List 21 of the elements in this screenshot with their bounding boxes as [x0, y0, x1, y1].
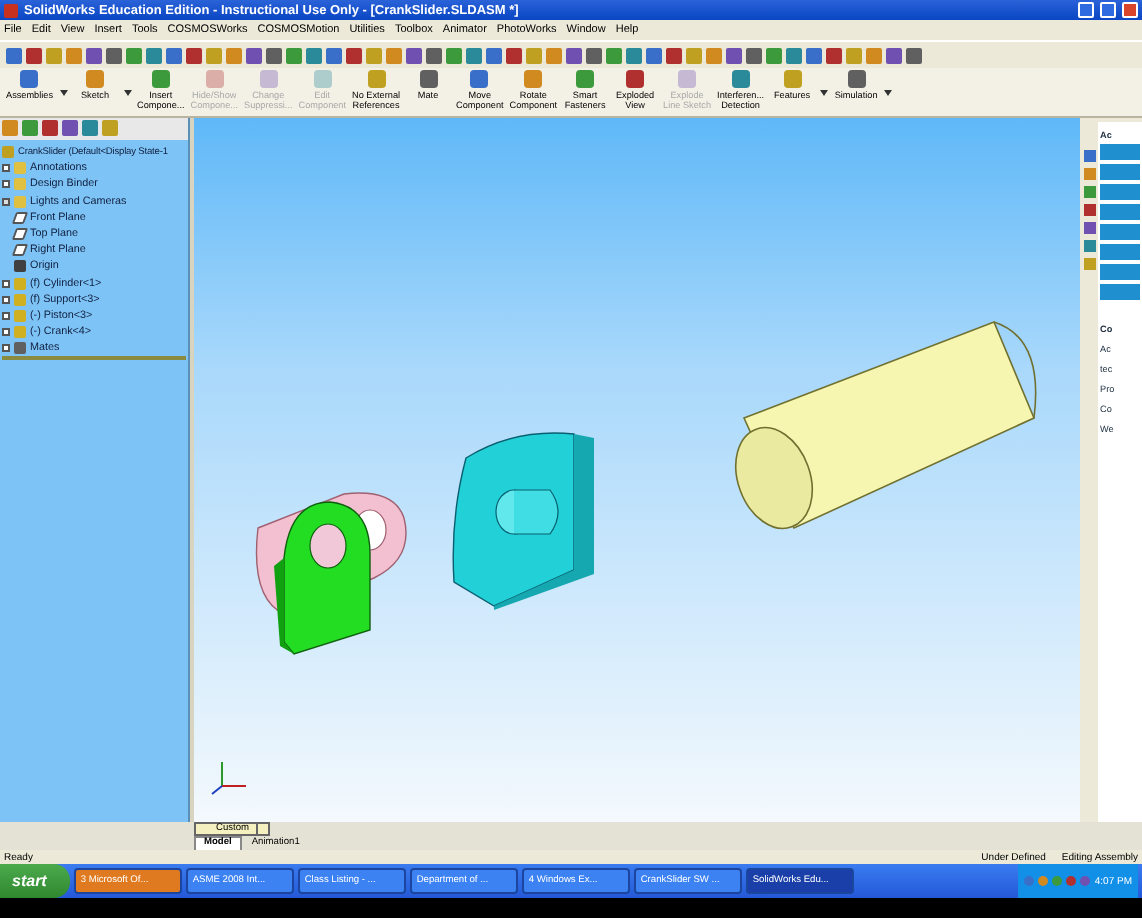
- origin-icon: [14, 260, 26, 273]
- axis-triad-icon: [211, 761, 247, 795]
- dropdown-arrow-icon[interactable]: [820, 89, 829, 95]
- dropdown-arrow-icon[interactable]: [884, 89, 893, 95]
- expand-toggle[interactable]: [2, 197, 10, 206]
- dropdown-arrow-icon[interactable]: [123, 89, 131, 95]
- app-icon: [4, 3, 18, 17]
- close-button[interactable]: [1122, 2, 1138, 18]
- expand-toggle[interactable]: [2, 328, 10, 337]
- mates-icon: [14, 342, 26, 355]
- minimize-button[interactable]: [1078, 2, 1094, 18]
- dropdown-arrow-icon[interactable]: [59, 89, 67, 95]
- expand-toggle[interactable]: [2, 311, 10, 320]
- start-button[interactable]: start: [0, 864, 71, 898]
- expand-toggle[interactable]: [2, 295, 10, 304]
- expand-toggle[interactable]: [2, 344, 10, 353]
- maximize-button[interactable]: [1100, 2, 1116, 18]
- expand-toggle[interactable]: [2, 180, 10, 189]
- expand-toggle[interactable]: [2, 279, 10, 288]
- expand-toggle[interactable]: [2, 164, 10, 173]
- assembly-icon: [2, 146, 14, 159]
